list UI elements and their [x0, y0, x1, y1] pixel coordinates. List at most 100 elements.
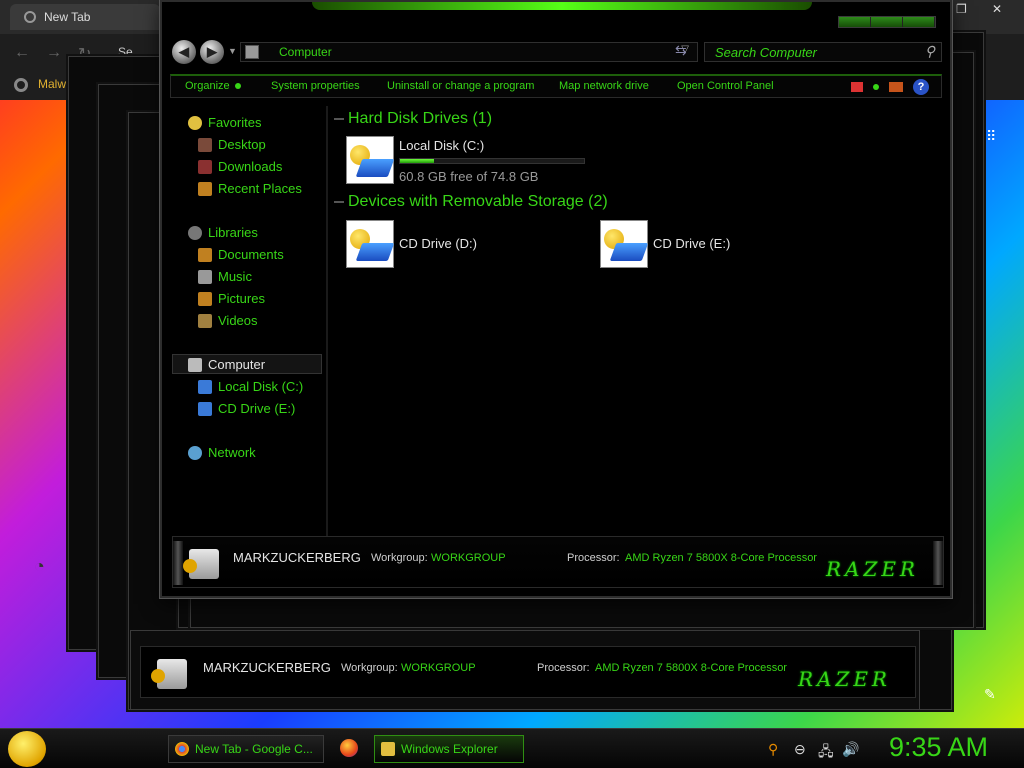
nav-desktop[interactable]: Desktop [198, 136, 266, 154]
drive-icon [346, 136, 395, 184]
browser-tab[interactable]: New Tab [10, 4, 160, 30]
network-status-icon[interactable]: 🖧 [818, 741, 834, 765]
minus-circle-icon[interactable]: ⊖ [794, 741, 806, 758]
nav-pictures[interactable]: Pictures [198, 290, 265, 308]
preview-pane-icon[interactable] [889, 82, 903, 92]
maximize-button[interactable] [871, 17, 903, 27]
processor-label: Processor: [567, 552, 620, 564]
close-icon[interactable]: ✕ [992, 2, 1002, 16]
restore-icon[interactable]: ❐ [956, 2, 967, 16]
taskbar-item-explorer[interactable]: Windows Explorer [374, 735, 524, 763]
computer-icon [183, 549, 219, 579]
volume-icon[interactable]: 🔊 [842, 741, 859, 758]
minimize-button[interactable] [839, 17, 871, 27]
open-control-panel-button[interactable]: Open Control Panel [677, 80, 774, 92]
nav-music[interactable]: Music [198, 268, 252, 286]
workgroup-label: Workgroup: [371, 552, 428, 564]
back-processor-label: Processor: [537, 662, 590, 674]
search-box[interactable]: Search Computer ⚲ [704, 42, 942, 62]
network-icon [188, 446, 202, 460]
close-button[interactable] [903, 17, 935, 27]
drive-tile-d[interactable]: CD Drive (D:) [346, 220, 546, 270]
map-network-drive-button[interactable]: Map network drive [559, 80, 649, 92]
desktop-icon[interactable]: ◔ [34, 556, 54, 576]
recent-pages-chevron-icon[interactable]: ▼ [228, 46, 237, 56]
clock[interactable]: 9:35 AM [889, 732, 988, 763]
taskbar-item-chrome[interactable]: New Tab - Google C... [168, 735, 324, 763]
browser-tab-title: New Tab [44, 10, 91, 24]
back-workgroup-label: Workgroup: [341, 662, 398, 674]
group-header-hdd[interactable]: Hard Disk Drives (1) [334, 110, 492, 128]
group-header-removable[interactable]: Devices with Removable Storage (2) [334, 193, 608, 211]
address-text: Computer [279, 45, 332, 59]
documents-icon [198, 248, 212, 262]
back-button[interactable]: ◀ [172, 40, 196, 64]
cd-drive-icon [600, 220, 649, 268]
taskbar-item-label: New Tab - Google C... [195, 742, 313, 756]
nav-computer[interactable]: Computer [188, 356, 265, 374]
explorer-window: ◀ ▶ ▼ Computer ▽ ⇆ Search Computer ⚲ Org… [160, 0, 952, 598]
processor-value: AMD Ryzen 7 5800X 8-Core Processor [625, 552, 817, 564]
firefox-icon[interactable] [340, 739, 358, 757]
back-arrow-icon[interactable]: ← [14, 44, 30, 62]
star-icon [188, 116, 202, 130]
nav-favorites[interactable]: Favorites [188, 114, 261, 132]
recent-places-icon [198, 182, 212, 196]
drive-free-space: 60.8 GB free of 74.8 GB [399, 169, 539, 184]
search-icon[interactable]: ⚲ [925, 43, 935, 60]
nav-documents[interactable]: Documents [198, 246, 284, 264]
libraries-icon [188, 226, 202, 240]
drive-name: CD Drive (E:) [653, 236, 731, 251]
search-placeholder: Search Computer [715, 45, 817, 60]
bookmark-icon [14, 78, 28, 92]
drive-tile-c[interactable]: Local Disk (C:) 60.8 GB free of 74.8 GB [346, 136, 596, 186]
window-top-glow [312, 2, 812, 10]
refresh-icon[interactable]: ⇆ [675, 42, 687, 59]
organize-button[interactable]: Organize [185, 80, 241, 92]
cd-drive-icon [346, 220, 395, 268]
drive-tile-e[interactable]: CD Drive (E:) [600, 220, 800, 270]
computer-icon [245, 45, 259, 59]
nav-cd-drive-e[interactable]: CD Drive (E:) [198, 400, 295, 418]
forward-arrow-icon[interactable]: → [46, 44, 62, 62]
music-icon [198, 270, 212, 284]
organize-dropdown-icon [234, 83, 241, 90]
taskbar: New Tab - Google C... Windows Explorer ⚲… [0, 728, 1024, 768]
workgroup-value: WORKGROUP [431, 552, 506, 564]
caption-buttons [838, 16, 936, 28]
view-dropdown-icon[interactable] [873, 84, 879, 90]
chrome-icon [175, 742, 189, 756]
pen-icon[interactable]: ✎ [984, 686, 996, 703]
cd-drive-icon [198, 402, 212, 416]
nav-libraries[interactable]: Libraries [188, 224, 258, 242]
nav-videos[interactable]: Videos [198, 312, 258, 330]
computer-icon [151, 659, 187, 689]
content-pane: Hard Disk Drives (1) Local Disk (C:) 60.… [334, 106, 942, 536]
bookmark-item[interactable]: Malw [38, 77, 66, 91]
back-workgroup-value: WORKGROUP [401, 662, 476, 674]
apps-grid-icon[interactable]: ⠿ [986, 128, 996, 145]
chrome-icon [24, 11, 36, 23]
desktop-icon [198, 138, 212, 152]
uninstall-program-button[interactable]: Uninstall or change a program [387, 80, 534, 92]
start-button[interactable] [8, 731, 46, 767]
view-options: ? [851, 79, 929, 95]
search-icon[interactable]: ⚲ [768, 741, 778, 758]
change-view-icon[interactable] [851, 82, 863, 92]
help-icon[interactable]: ? [913, 79, 929, 95]
forward-button[interactable]: ▶ [200, 40, 224, 64]
drive-name: Local Disk (C:) [399, 138, 485, 153]
drive-name: CD Drive (D:) [399, 236, 477, 251]
computer-icon [188, 358, 202, 372]
nav-local-disk-c[interactable]: Local Disk (C:) [198, 378, 303, 396]
nav-recent-places[interactable]: Recent Places [198, 180, 302, 198]
back-processor-value: AMD Ryzen 7 5800X 8-Core Processor [595, 662, 787, 674]
pictures-icon [198, 292, 212, 306]
razer-logo: RAZER [825, 557, 919, 581]
nav-downloads[interactable]: Downloads [198, 158, 282, 176]
system-properties-button[interactable]: System properties [271, 80, 360, 92]
address-bar[interactable]: Computer ▽ [240, 42, 698, 62]
nav-network[interactable]: Network [188, 444, 256, 462]
navigation-pane: Favorites Desktop Downloads Recent Place… [172, 106, 328, 536]
computer-name: MARKZUCKERBERG [233, 550, 361, 565]
